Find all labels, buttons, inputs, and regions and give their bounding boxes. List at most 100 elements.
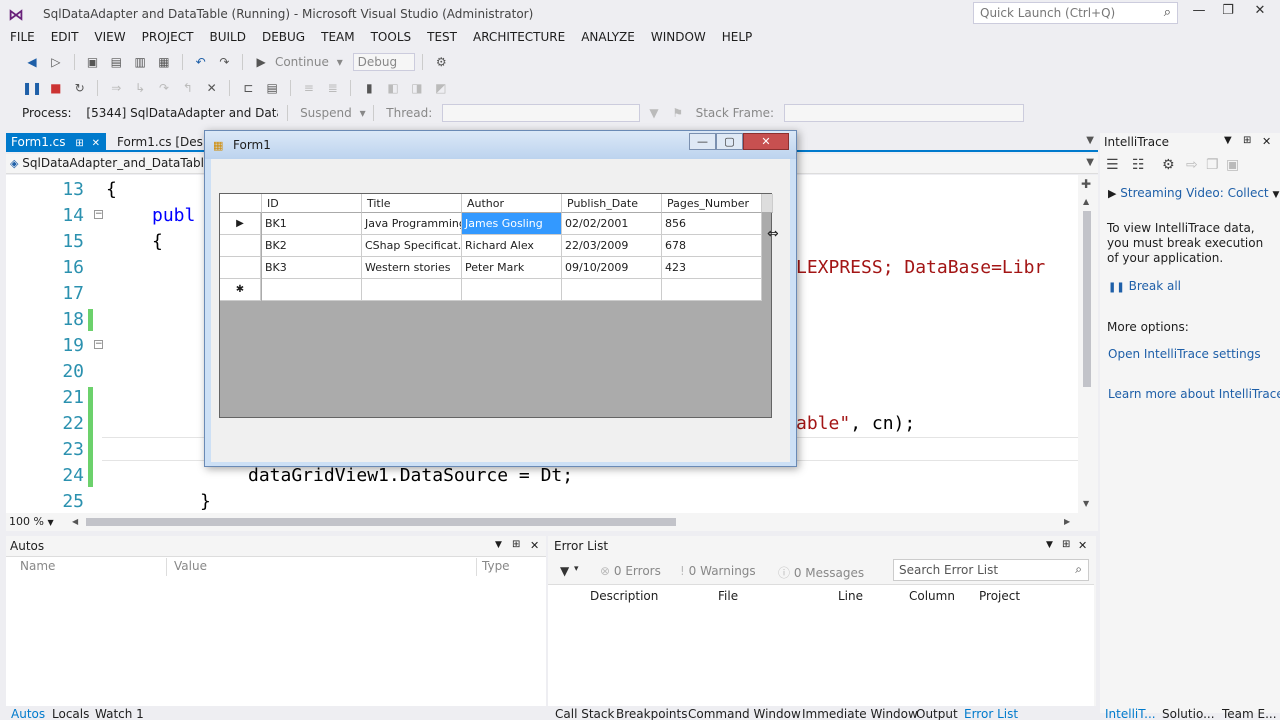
tab-output[interactable]: Output <box>916 707 958 720</box>
menu-window[interactable]: WINDOW <box>643 28 714 48</box>
menu-edit[interactable]: EDIT <box>43 28 87 48</box>
tab-team-explorer[interactable]: Team E... <box>1222 707 1277 720</box>
editor-horizontal-scrollbar[interactable]: 100 % ▼ ◀ ▶ <box>6 513 1098 531</box>
back-icon[interactable]: ◀ <box>22 52 42 72</box>
data-grid-view[interactable]: ID Title Author Publish_Date Pages_Numbe… <box>219 193 773 418</box>
new-project-icon[interactable]: ▣ <box>82 52 102 72</box>
gear-icon[interactable]: ⚙ <box>1162 157 1175 173</box>
undo-icon[interactable]: ↶ <box>191 52 211 72</box>
save-icon[interactable]: ▥ <box>130 52 150 72</box>
grid-cell[interactable]: 423 <box>662 257 762 279</box>
pin-icon[interactable]: ⊞ <box>75 138 83 149</box>
clear-bookmarks-icon[interactable]: ◩ <box>431 78 451 98</box>
column-header-pages-number[interactable]: Pages_Number <box>662 194 762 213</box>
menu-build[interactable]: BUILD <box>201 28 253 48</box>
menu-team[interactable]: TEAM <box>313 28 362 48</box>
grid-cell[interactable]: Western stories <box>362 257 462 279</box>
show-next-statement-icon[interactable]: ⇒ <box>106 78 126 98</box>
redo-icon[interactable]: ↷ <box>214 52 234 72</box>
continue-button[interactable]: Continue <box>275 55 329 69</box>
chevron-down-icon[interactable]: ▼ <box>1224 135 1232 146</box>
code-line[interactable]: { <box>152 231 163 252</box>
zoom-select[interactable]: 100 % ▼ <box>9 515 54 528</box>
grid-cell-selected[interactable]: James Gosling <box>462 213 562 235</box>
hex-icon[interactable]: ✕ <box>202 78 222 98</box>
collapse-icon[interactable]: − <box>94 340 103 349</box>
new-row-cell[interactable] <box>362 279 462 301</box>
thread-icon[interactable]: ⊏ <box>238 78 258 98</box>
learn-more-intellitrace-link[interactable]: Learn more about IntelliTrace <box>1108 387 1280 401</box>
grid-cell[interactable]: 02/02/2001 <box>562 213 662 235</box>
comment-icon[interactable]: ≡ <box>299 78 319 98</box>
column-header-project[interactable]: Project <box>979 589 1020 603</box>
grid-cell[interactable]: Peter Mark <box>462 257 562 279</box>
split-icon[interactable]: ✚ <box>1081 177 1091 191</box>
tab-watch-1[interactable]: Watch 1 <box>95 707 144 720</box>
pin-icon[interactable]: ⊞ <box>1062 539 1070 550</box>
code-line[interactable]: LEXPRESS; DataBase=Libr <box>796 257 1045 278</box>
column-header-name[interactable]: Name <box>20 559 55 573</box>
close-icon[interactable]: ✕ <box>1078 539 1087 552</box>
column-header-author[interactable]: Author <box>462 194 562 213</box>
stack-frame-select[interactable] <box>783 104 1024 122</box>
code-line[interactable]: able", cn); <box>796 413 915 434</box>
minimize-icon[interactable]: — <box>689 133 716 150</box>
code-line[interactable]: { <box>106 179 117 200</box>
code-line[interactable]: publ <box>152 205 195 226</box>
menu-tools[interactable]: TOOLS <box>363 28 420 48</box>
streaming-video-item[interactable]: ▶ Streaming Video: Collect ▼ <box>1108 186 1279 200</box>
grid-cell[interactable]: BK3 <box>262 257 362 279</box>
new-row-cell[interactable] <box>562 279 662 301</box>
grid-cell[interactable]: 09/10/2009 <box>562 257 662 279</box>
chevron-down-icon[interactable]: ▾ <box>360 106 366 120</box>
process-select[interactable]: [5344] SqlDataAdapter and DataTa <box>81 104 280 122</box>
code-line[interactable]: } <box>200 491 211 512</box>
tab-locals[interactable]: Locals <box>52 707 89 720</box>
search-error-list-input[interactable]: Search Error List ⌕ <box>893 559 1089 581</box>
menu-debug[interactable]: DEBUG <box>254 28 313 48</box>
save-all-icon[interactable]: ▦ <box>154 52 174 72</box>
column-resize-handle[interactable] <box>762 194 773 213</box>
editor-vertical-scrollbar[interactable]: ✚ ▲ ▼ <box>1078 175 1098 513</box>
column-header-file[interactable]: File <box>718 589 738 603</box>
scroll-thumb[interactable] <box>86 518 676 526</box>
warnings-toggle[interactable]: ! 0 Warnings <box>680 564 756 578</box>
open-file-icon[interactable]: ▤ <box>106 52 126 72</box>
row-header[interactable] <box>220 257 261 279</box>
column-header-type[interactable]: Type <box>482 559 510 573</box>
thread-select[interactable] <box>442 104 641 122</box>
grid-cell[interactable]: Richard Alex <box>462 235 562 257</box>
menu-help[interactable]: HELP <box>714 28 761 48</box>
menu-test[interactable]: TEST <box>419 28 465 48</box>
menu-project[interactable]: PROJECT <box>134 28 202 48</box>
scroll-down-icon[interactable]: ▼ <box>1083 499 1089 508</box>
grid-cell[interactable]: 678 <box>662 235 762 257</box>
column-header-id[interactable]: ID <box>262 194 362 213</box>
tab-error-list[interactable]: Error List <box>964 707 1018 720</box>
form1-window[interactable]: ▦ Form1 — ▢ ✕ ID Title Author Publish_Da… <box>204 130 797 467</box>
scroll-right-icon[interactable]: ▶ <box>1064 517 1070 526</box>
grid-cell[interactable]: BK1 <box>262 213 362 235</box>
form1-title-bar[interactable]: ▦ Form1 — ▢ ✕ <box>205 131 796 159</box>
menu-file[interactable]: FILE <box>0 28 43 48</box>
break-all-link[interactable]: ❚❚ Break all <box>1108 279 1181 293</box>
errors-toggle[interactable]: ⊗ 0 Errors <box>600 564 661 578</box>
tab-intellitrace[interactable]: IntelliT... <box>1105 707 1156 720</box>
collapse-icon[interactable]: − <box>94 210 103 219</box>
step-into-icon[interactable]: ↳ <box>130 78 150 98</box>
menu-architecture[interactable]: ARCHITECTURE <box>465 28 573 48</box>
chevron-down-icon[interactable]: ▼ <box>1086 157 1094 168</box>
new-row-cell[interactable] <box>662 279 762 301</box>
grid-cell[interactable]: BK2 <box>262 235 362 257</box>
column-header-publish-date[interactable]: Publish_Date <box>562 194 662 213</box>
tab-dropdown-icon[interactable]: ▼ <box>1086 135 1094 146</box>
pin-icon[interactable]: ⊞ <box>512 539 520 550</box>
search-icon[interactable]: ⌕ <box>1164 5 1171 20</box>
open-intellitrace-settings-link[interactable]: Open IntelliTrace settings <box>1108 347 1261 361</box>
step-out-icon[interactable]: ↰ <box>178 78 198 98</box>
calls-view-icon[interactable]: ☷ <box>1132 157 1145 173</box>
grid-cell[interactable]: 856 <box>662 213 762 235</box>
grid-cell[interactable]: Java Programming <box>362 213 462 235</box>
tab-command-window[interactable]: Command Window <box>688 707 801 720</box>
solution-config-select[interactable]: Debug <box>352 53 415 71</box>
